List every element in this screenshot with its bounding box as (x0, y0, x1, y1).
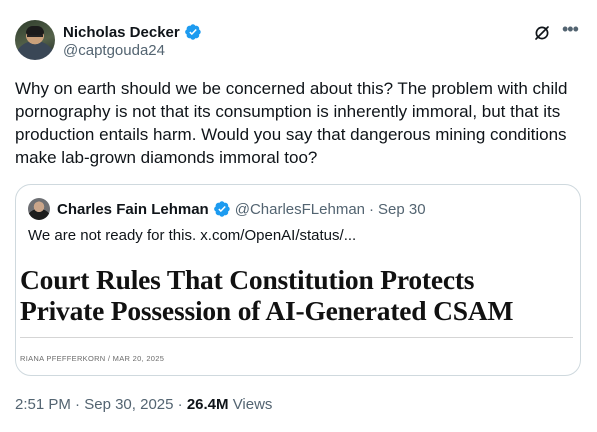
article-divider (20, 337, 573, 338)
article-headline: Court Rules That Constitution Protects P… (20, 264, 514, 326)
tweet-date[interactable]: Sep 30, 2025 (84, 396, 173, 413)
quoted-author-avatar (28, 198, 50, 220)
quoted-text: We are not ready for this. x.com/OpenAI/… (28, 227, 357, 244)
quoted-handle: @CharlesFLehman (234, 200, 366, 218)
author-avatar[interactable] (15, 20, 55, 60)
tweet: Nicholas Decker @captgouda24 ••• Why on … (0, 0, 597, 432)
meta-separator: · (177, 396, 183, 413)
verified-badge-icon (184, 24, 201, 40)
meta-separator: · (75, 396, 81, 413)
tweet-text: Why on earth should we be concerned abou… (15, 79, 568, 167)
avatar-hair (26, 26, 44, 35)
avatar-glasses (27, 35, 43, 39)
quoted-header: Charles Fain Lehman @CharlesFLehman · Se… (57, 199, 426, 219)
views-label: Views (232, 396, 273, 413)
views-count: 26.4M (186, 396, 229, 413)
author-display-name[interactable]: Nicholas Decker (63, 24, 180, 41)
quoted-display-name: Charles Fain Lehman (57, 200, 209, 218)
quoted-separator: · (369, 200, 375, 218)
tweet-time[interactable]: 2:51 PM (15, 396, 71, 413)
author-name-row: Nicholas Decker (63, 22, 202, 42)
author-handle[interactable]: @captgouda24 (63, 42, 165, 59)
verified-badge-icon (213, 201, 230, 217)
more-icon[interactable]: ••• (562, 20, 582, 42)
article-byline: RIANA PFEFFERKORN / MAR 20, 2025 (20, 354, 165, 363)
grok-icon[interactable] (533, 24, 551, 42)
quoted-date: Sep 30 (378, 200, 426, 218)
tweet-meta: 2:51 PM · Sep 30, 2025 · 26.4M Views (15, 396, 272, 413)
